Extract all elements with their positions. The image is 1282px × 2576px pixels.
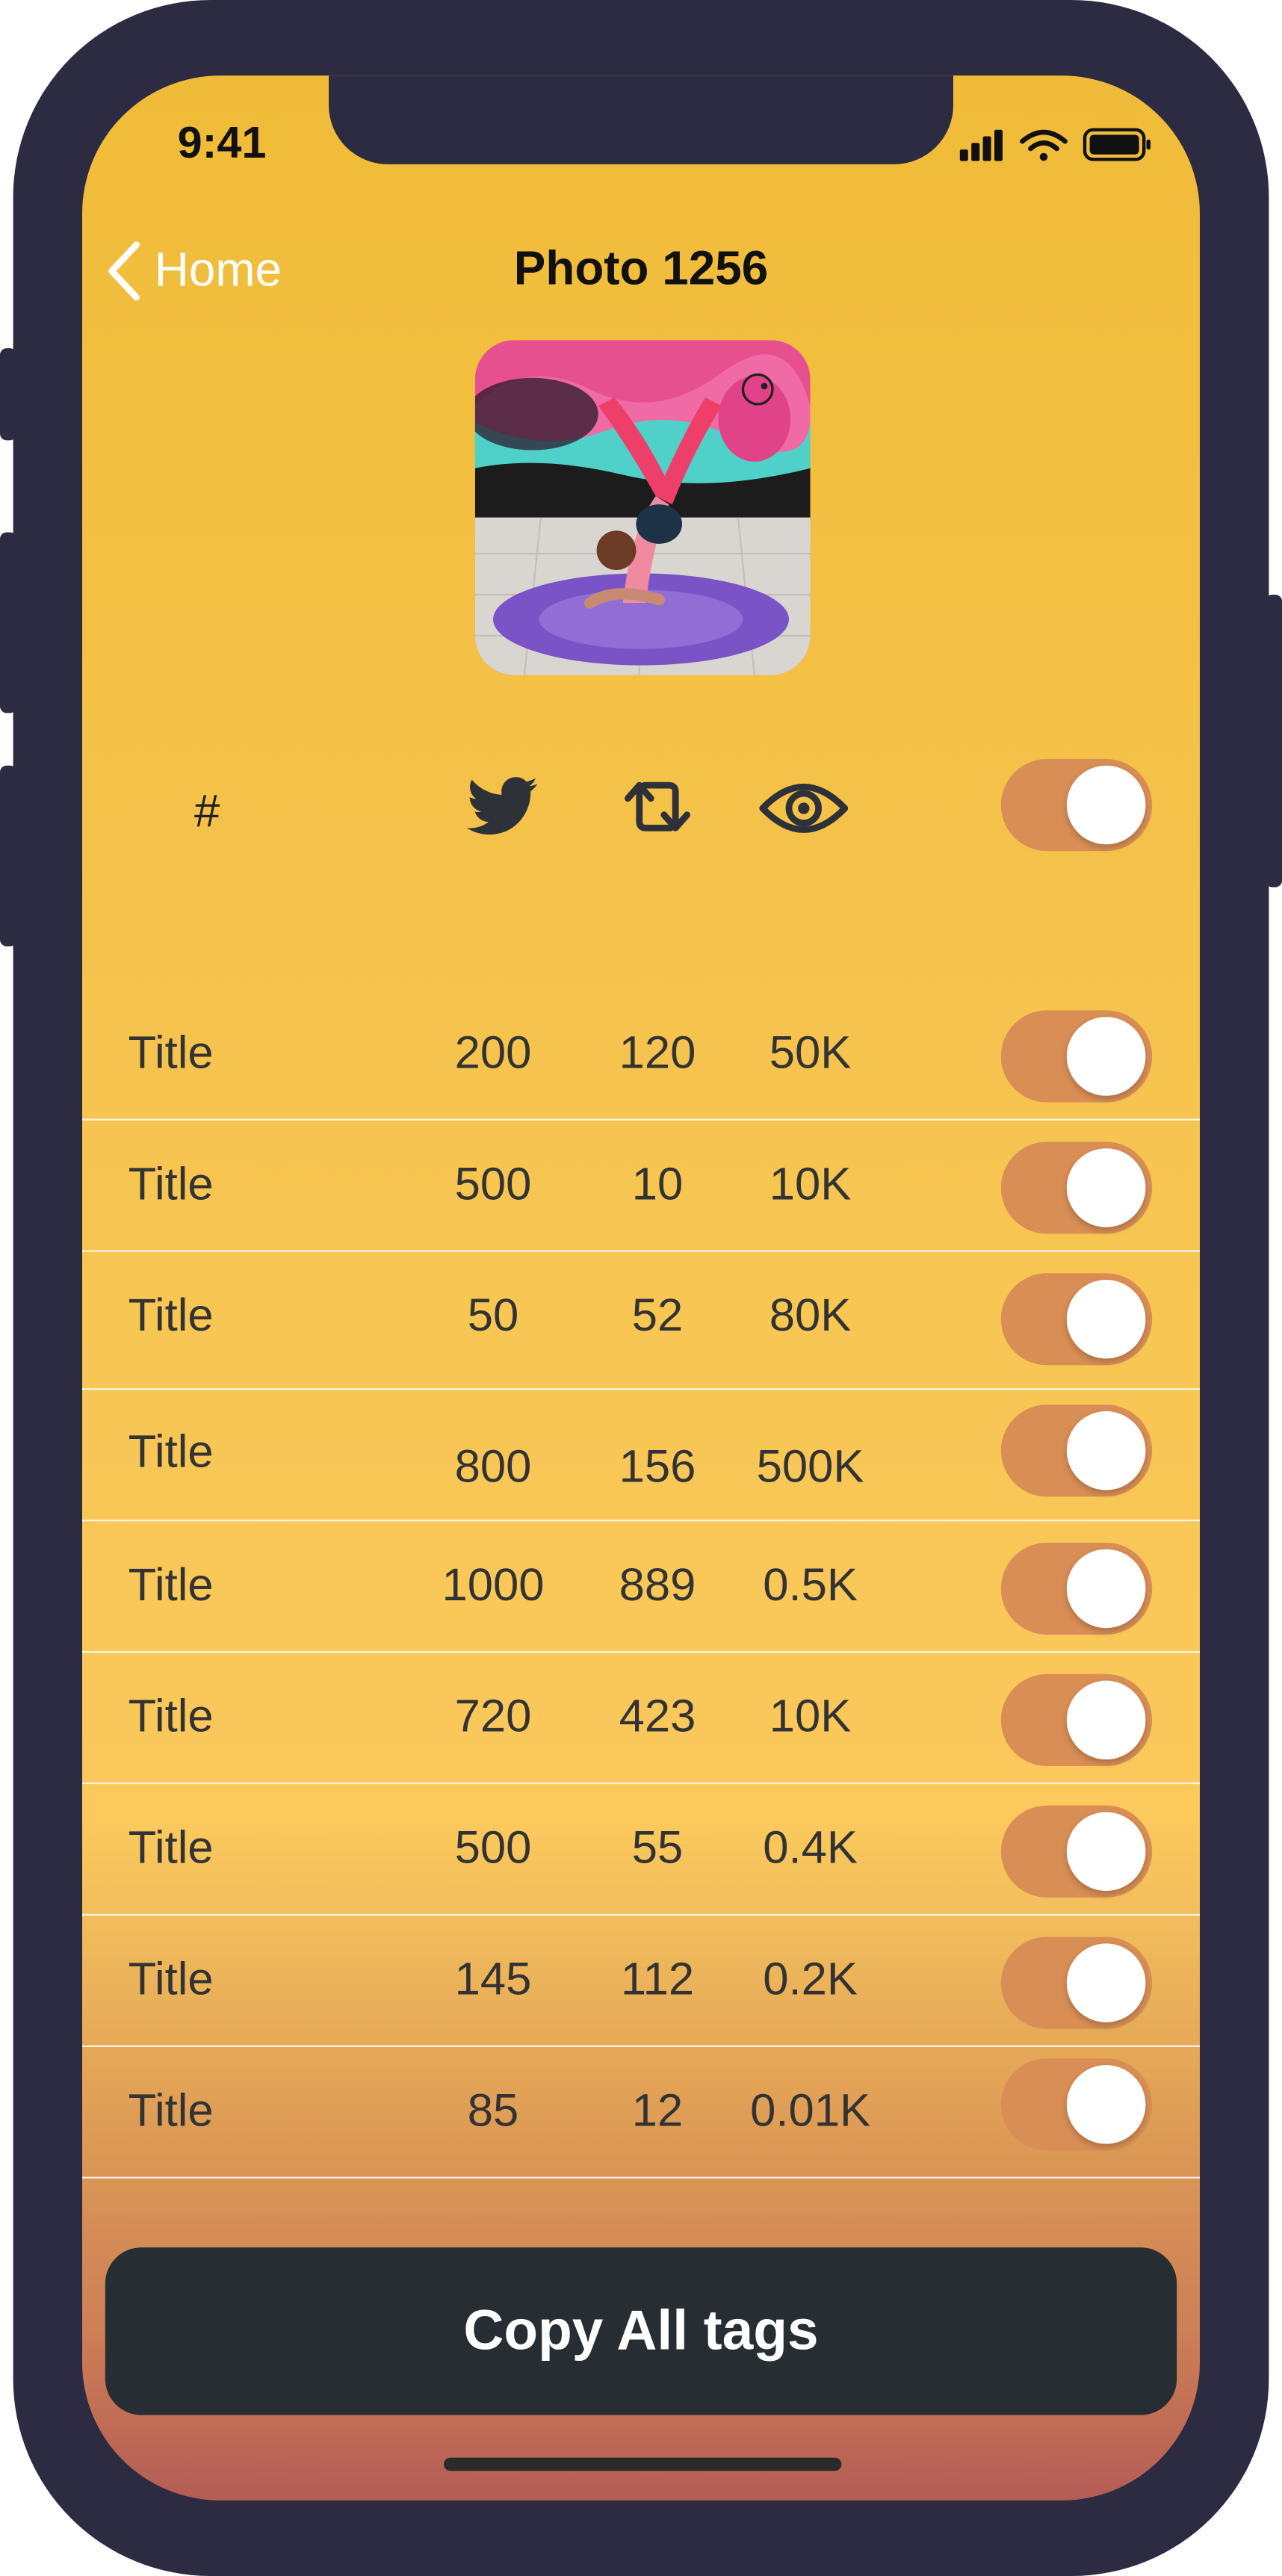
row-toggle[interactable] (1000, 1273, 1153, 1366)
likes-count: 500 (454, 1821, 532, 1873)
toggle-knob (1066, 1680, 1146, 1760)
side-button-volume-up (0, 532, 16, 713)
table-row: Title 145 112 0.2K (82, 1916, 1200, 2047)
row-toggle[interactable] (1000, 1405, 1153, 1497)
row-toggle[interactable] (1000, 2058, 1153, 2151)
tag-title: Title (128, 1158, 214, 1210)
toggle-knob (1066, 1549, 1146, 1629)
signal-icon (959, 129, 1003, 161)
row-toggle[interactable] (1000, 1805, 1153, 1898)
toggle-knob (1066, 765, 1146, 845)
likes-count: 50 (467, 1289, 519, 1341)
back-button[interactable]: Home (105, 240, 282, 303)
toggle-knob (1066, 2065, 1146, 2144)
select-all-toggle[interactable] (1000, 758, 1153, 852)
tag-title: Title (128, 1690, 214, 1741)
table-row: Title 85 12 0.01K (82, 2047, 1200, 2179)
table-row: Title 720 423 10K (82, 1653, 1200, 1785)
toggle-knob (1066, 1148, 1146, 1227)
table-row: Title 1000 889 0.5K (82, 1521, 1200, 1653)
likes-count: 85 (467, 2084, 519, 2136)
tag-title: Title (128, 1425, 214, 1477)
toggle-knob (1066, 1812, 1146, 1892)
battery-icon (1083, 128, 1151, 161)
table-row: Title 500 10 10K (82, 1121, 1200, 1252)
likes-count: 800 (454, 1440, 532, 1492)
side-button-power (1266, 595, 1282, 888)
status-time: 9:41 (177, 118, 267, 168)
chevron-left-icon (108, 241, 140, 301)
views-count: 80K (769, 1289, 852, 1341)
views-count: 50K (769, 1027, 852, 1078)
toggle-knob (1066, 1411, 1146, 1490)
side-button-silent (0, 348, 16, 441)
table-row: Title 200 120 50K (82, 989, 1200, 1121)
row-toggle[interactable] (1000, 1142, 1153, 1234)
back-label: Home (154, 244, 282, 297)
likes-count: 720 (454, 1690, 532, 1741)
views-count: 500K (756, 1440, 864, 1492)
hashtag-column-label: # (194, 785, 220, 837)
row-toggle[interactable] (1000, 1010, 1153, 1103)
views-count: 0.2K (763, 1953, 858, 2004)
status-icons (959, 128, 1151, 161)
notch (329, 75, 953, 164)
table-row: Title 800 156 500K (82, 1390, 1200, 1522)
tag-title: Title (128, 1027, 214, 1078)
likes-count: 145 (454, 1953, 532, 2004)
toggle-knob (1066, 1017, 1146, 1096)
table-row: Title 500 55 0.4K (82, 1784, 1200, 1916)
views-count: 0.4K (763, 1821, 858, 1873)
side-button-volume-down (0, 765, 16, 947)
twitter-icon (466, 777, 538, 835)
views-count: 10K (769, 1158, 852, 1210)
likes-count: 200 (454, 1027, 532, 1078)
toggle-knob (1066, 1280, 1146, 1359)
views-count: 0.5K (763, 1558, 858, 1611)
row-toggle[interactable] (1000, 1542, 1153, 1635)
toggle-knob (1066, 1943, 1146, 2022)
copy-all-tags-button[interactable]: Copy All tags (105, 2247, 1177, 2415)
wifi-icon (1020, 129, 1068, 161)
row-toggle[interactable] (1000, 1936, 1153, 2029)
screen: 9:41 Home Photo 1256 # Title 200 120 50K… (82, 75, 1200, 2501)
retweet-icon (625, 781, 691, 832)
photo-thumbnail[interactable] (474, 340, 811, 675)
copy-all-tags-label: Copy All tags (463, 2299, 819, 2362)
tag-title: Title (128, 1558, 214, 1611)
photo-image (474, 340, 811, 675)
tag-title: Title (128, 1821, 214, 1873)
eye-icon (759, 783, 849, 833)
page-title: Photo 1256 (513, 243, 769, 296)
row-toggle[interactable] (1000, 1674, 1153, 1766)
likes-count: 1000 (442, 1558, 545, 1611)
views-count: 0.01K (750, 2084, 871, 2136)
views-count: 10K (769, 1690, 852, 1741)
tag-title: Title (128, 1953, 214, 2004)
home-indicator (444, 2457, 842, 2471)
row-divider (82, 2176, 1200, 2179)
table-row: Title 50 52 80K (82, 1252, 1200, 1390)
likes-count: 500 (454, 1158, 532, 1210)
tag-title: Title (128, 2084, 214, 2136)
tag-title: Title (128, 1289, 214, 1341)
